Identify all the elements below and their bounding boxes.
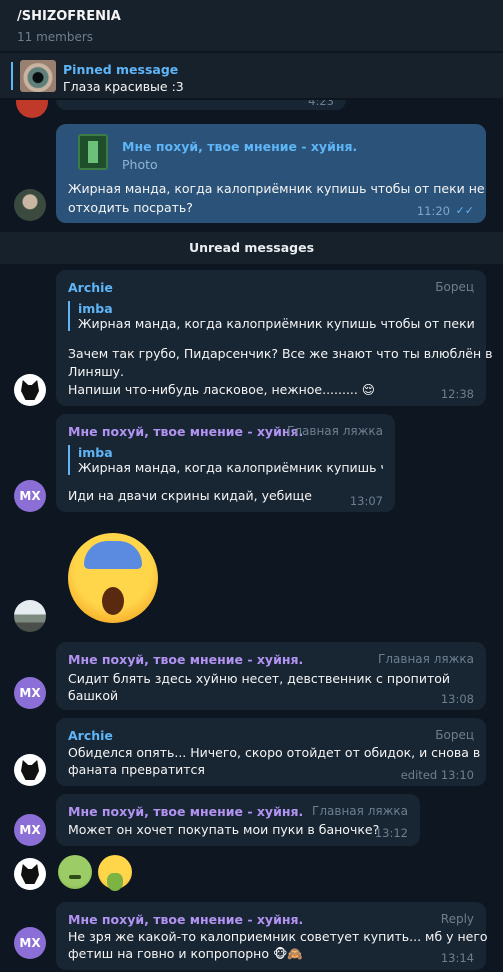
message-text-line: фаната превратится [68, 762, 205, 777]
message-bubble[interactable]: Мне похуй, твое мнение - хуйня. Главная … [56, 642, 486, 710]
reply-photo-thumbnail [78, 134, 108, 170]
message-text-line: фетиш на говно и копропорно 🐵🙈 [68, 946, 303, 961]
avatar[interactable] [14, 374, 46, 406]
avatar[interactable] [14, 858, 46, 890]
avatar[interactable] [14, 189, 46, 221]
reply-kind: Photo [122, 157, 158, 172]
message-bubble[interactable]: Archie Борец imba Жирная манда, когда ка… [56, 270, 492, 406]
message-sender[interactable]: Archie [68, 280, 113, 295]
pinned-indicator [11, 62, 13, 90]
member-role: Борец [435, 728, 474, 742]
member-role: Главная ляжка [287, 424, 383, 438]
reply-quote[interactable]: imba Жирная манда, когда калоприёмник ку… [68, 445, 383, 475]
reply-sender: imba [78, 445, 113, 460]
message-time: edited 13:10 [400, 768, 474, 782]
reply-text: Жирная манда, когда калоприёмник купишь … [78, 316, 474, 331]
message-bubble[interactable]: Мне похуй, твое мнение - хуйня. Главная … [56, 414, 395, 512]
pinned-photo-thumbnail [20, 60, 56, 92]
member-role: Главная ляжка [378, 652, 474, 666]
member-count: 11 members [17, 30, 94, 44]
message-text-line: башкой [68, 688, 119, 703]
message-sender[interactable]: Мне похуй, твое мнение - хуйня. [68, 912, 303, 927]
reply-text: Жирная манда, когда калоприёмник купишь … [78, 460, 383, 475]
message-bubble[interactable]: Archie Борец Обиделся опять... Ничего, с… [56, 718, 486, 786]
vomiting-face-icon[interactable] [98, 855, 132, 891]
avatar[interactable] [14, 600, 46, 632]
message-text-line: Иди на двачи скрины кидай, уебище [68, 488, 312, 503]
pinned-message-bar[interactable]: Pinned message Глаза красивые :3 [0, 53, 503, 99]
avatar[interactable]: MX [14, 814, 46, 846]
message-bubble-partial[interactable]: 4:23 [56, 100, 346, 110]
avatar[interactable] [16, 100, 48, 118]
message-time: 4:23 [308, 100, 334, 108]
message-text-line: Сидит блять здесь хуйню несет, девственн… [68, 671, 451, 686]
message-sender[interactable]: Archie [68, 728, 113, 743]
outgoing-message-bubble[interactable]: Мне похуй, твое мнение - хуйня. Photo Жи… [56, 124, 486, 223]
reply-quote[interactable]: imba Жирная манда, когда калоприёмник ку… [68, 301, 474, 331]
message-sender[interactable]: Мне похуй, твое мнение - хуйня. [68, 804, 303, 819]
message-sender[interactable]: Мне похуй, твое мнение - хуйня. [68, 652, 303, 667]
message-time: 13:07 [349, 494, 383, 508]
member-role: Борец [435, 280, 474, 294]
double-check-icon: ✓✓ [455, 204, 474, 217]
message-bubble[interactable]: Мне похуй, твое мнение - хуйня. Главная … [56, 794, 420, 846]
avatar[interactable]: MX [14, 927, 46, 959]
reply-sender: imba [78, 301, 113, 316]
message-time: 11:20 [416, 204, 450, 218]
face-screaming-in-fear-icon[interactable] [68, 533, 158, 623]
message-time: 12:38 [440, 387, 474, 401]
message-text-line: Может он хочет покупать мои пуки в баноч… [68, 822, 380, 837]
message-text-line: Напиши что-нибудь ласковое, нежное......… [68, 382, 375, 397]
message-list[interactable]: 4:23 Мне похуй, твое мнение - хуйня. Pho… [0, 100, 503, 972]
avatar[interactable]: MX [14, 677, 46, 709]
unread-divider: Unread messages [0, 232, 503, 264]
message-bubble[interactable]: Мне похуй, твое мнение - хуйня. Reply Не… [56, 902, 488, 970]
pinned-text: Глаза красивые :3 [63, 79, 184, 94]
message-time: 13:14 [440, 951, 474, 965]
message-text-line: Линяшу. [68, 364, 125, 379]
nauseated-face-icon[interactable] [58, 855, 92, 889]
message-text-line: отходить посрать? [68, 200, 193, 215]
reply-sender: Мне похуй, твое мнение - хуйня. [122, 139, 358, 154]
message-sender[interactable]: Мне похуй, твое мнение - хуйня. [68, 424, 303, 439]
message-text-line: Жирная манда, когда калоприёмник купишь … [68, 181, 485, 196]
chat-header[interactable]: /SHIZOFRENIA 11 members [0, 0, 503, 52]
pinned-title: Pinned message [63, 62, 179, 77]
avatar[interactable] [14, 754, 46, 786]
message-time: 13:12 [374, 826, 408, 840]
avatar[interactable]: MX [14, 480, 46, 512]
message-time: 13:08 [440, 692, 474, 706]
chat-title: /SHIZOFRENIA [17, 9, 121, 24]
member-role[interactable]: Reply [441, 912, 474, 926]
member-role: Главная ляжка [312, 804, 408, 818]
message-text-line: Зачем так грубо, Пидарсенчик? Все же зна… [68, 346, 493, 361]
